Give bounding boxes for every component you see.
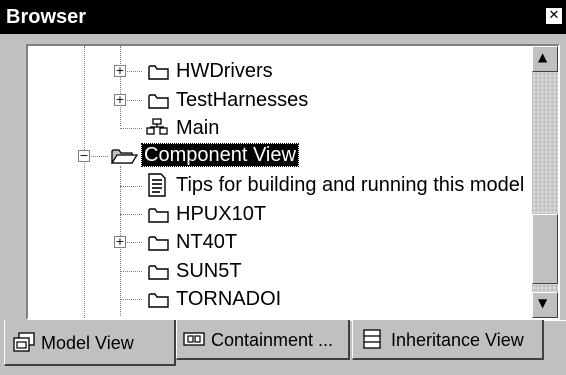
- tab-label: Containment ...: [211, 330, 334, 350]
- model-view-icon: [13, 332, 35, 352]
- model-tree: + HWDrivers + TestHarnesses Main − Compo…: [28, 46, 534, 318]
- tree-connector: [120, 186, 142, 187]
- folder-icon: [148, 236, 169, 251]
- tab-label: Model View: [41, 333, 134, 353]
- scroll-up-button[interactable]: ▲: [532, 46, 558, 72]
- inheritance-icon: [363, 329, 381, 349]
- expand-toggle[interactable]: +: [114, 236, 126, 248]
- note-document-icon: [148, 173, 166, 197]
- folder-icon: [148, 293, 169, 308]
- tree-item-label[interactable]: Tips for building and running this model: [176, 174, 524, 196]
- containment-icon: [183, 332, 205, 346]
- collapse-toggle[interactable]: −: [78, 150, 90, 162]
- tree-connector: [120, 299, 142, 300]
- class-diagram-icon: [146, 118, 168, 135]
- scroll-down-button[interactable]: ▼: [532, 292, 558, 318]
- expand-toggle[interactable]: +: [114, 65, 126, 77]
- folder-icon: [148, 94, 169, 109]
- tab-model-view[interactable]: Model View: [4, 320, 176, 366]
- tree-item-label-selected[interactable]: Component View: [141, 143, 299, 167]
- tab-inheritance-view[interactable]: Inheritance View: [352, 320, 544, 360]
- folder-icon: [148, 265, 169, 280]
- browser-window: Browser ✕ + HWDrivers + TestHarnesses Ma…: [0, 0, 566, 375]
- title-bar[interactable]: Browser ✕: [0, 0, 566, 34]
- tree-item-label[interactable]: HPUX10T: [176, 203, 266, 225]
- tree-item-label[interactable]: HWDrivers: [176, 60, 273, 82]
- folder-icon: [148, 208, 169, 223]
- tree-item-label[interactable]: TORNADOI: [176, 288, 281, 310]
- window-title: Browser: [6, 6, 87, 28]
- view-tab-bar: Model View Containment ... Inheritance V…: [0, 320, 566, 375]
- scroll-up-icon: ▲: [538, 50, 548, 64]
- scroll-down-icon: ▼: [538, 296, 548, 310]
- close-icon[interactable]: ✕: [546, 8, 562, 24]
- tree-connector: [120, 271, 142, 272]
- tab-containment[interactable]: Containment ...: [176, 320, 350, 360]
- open-folder-icon: [110, 149, 138, 164]
- scroll-thumb[interactable]: [532, 214, 558, 284]
- tab-label: Inheritance View: [391, 330, 524, 350]
- folder-icon: [148, 65, 169, 80]
- expand-toggle[interactable]: +: [114, 94, 126, 106]
- tree-item-label[interactable]: NT40T: [176, 231, 237, 253]
- tree-guide-line: [120, 46, 121, 126]
- tree-item-label[interactable]: SUN5T: [176, 260, 242, 282]
- vertical-scrollbar[interactable]: ▲ ▼: [532, 46, 558, 318]
- tree-item-label[interactable]: Main: [176, 117, 219, 139]
- tree-guide-line: [84, 46, 85, 318]
- tree-connector: [120, 214, 142, 215]
- browser-tree-panel: + HWDrivers + TestHarnesses Main − Compo…: [26, 44, 560, 320]
- tree-connector: [120, 128, 142, 129]
- tree-item-label[interactable]: TestHarnesses: [176, 89, 308, 111]
